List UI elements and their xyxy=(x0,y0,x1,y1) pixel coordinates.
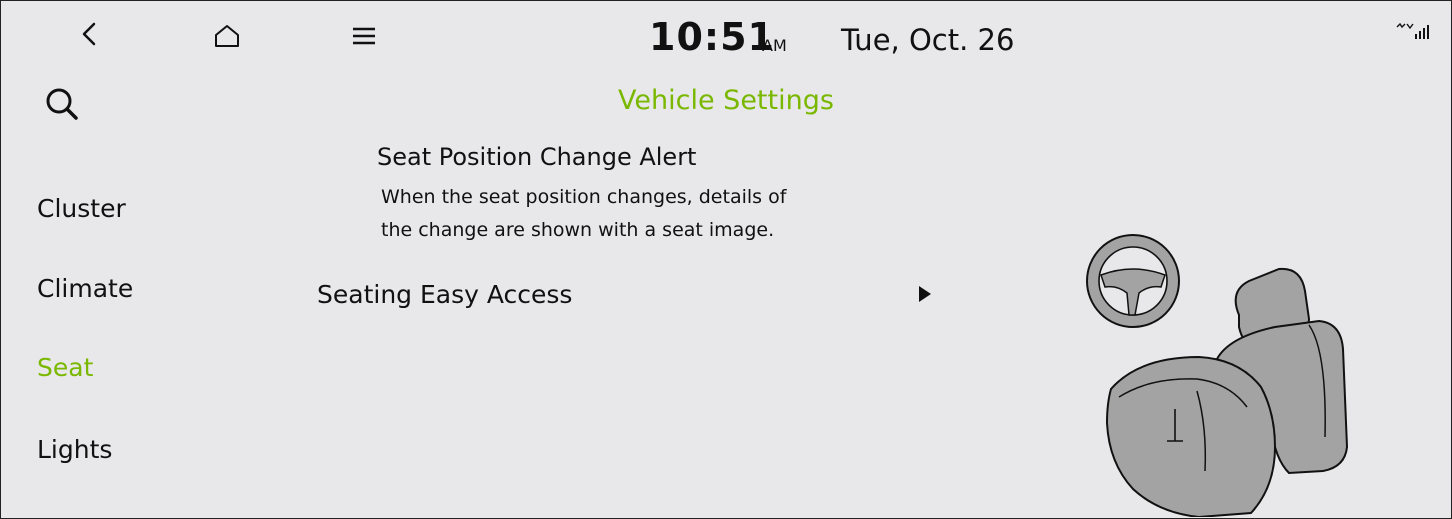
seating-easy-access-label: Seating Easy Access xyxy=(317,280,573,309)
setting-title: Seat Position Change Alert xyxy=(377,143,697,171)
clock-ampm: AM xyxy=(762,36,787,55)
signal-icon xyxy=(1396,23,1430,41)
seat-svg xyxy=(1086,234,1349,518)
steering-wheel-icon xyxy=(1086,234,1180,328)
back-icon[interactable] xyxy=(75,19,103,49)
settings-screen: 10:51 AM Tue, Oct. 26 Vehicle Settings C… xyxy=(0,0,1452,519)
sidebar-item-lights[interactable]: Lights xyxy=(37,435,112,464)
clock-time: 10:51 xyxy=(649,15,775,59)
page-title: Vehicle Settings xyxy=(618,85,834,116)
setting-description-line-1: When the seat position changes, details … xyxy=(381,186,787,208)
seat-cushion-shape xyxy=(1105,355,1277,518)
seating-easy-access-row[interactable]: Seating Easy Access xyxy=(317,280,947,316)
seat-illustration xyxy=(1079,227,1449,518)
home-icon[interactable] xyxy=(211,21,243,51)
date-display: Tue, Oct. 26 xyxy=(841,23,1015,57)
play-arrow-icon xyxy=(917,284,933,304)
sidebar-item-climate[interactable]: Climate xyxy=(37,274,133,303)
search-icon[interactable] xyxy=(41,83,87,129)
setting-description: When the seat position changes, details … xyxy=(381,181,901,247)
sidebar-item-seat[interactable]: Seat xyxy=(37,353,93,382)
menu-icon[interactable] xyxy=(349,22,379,50)
setting-description-line-2: the change are shown with a seat image. xyxy=(381,219,775,241)
sidebar-item-cluster[interactable]: Cluster xyxy=(37,194,126,223)
